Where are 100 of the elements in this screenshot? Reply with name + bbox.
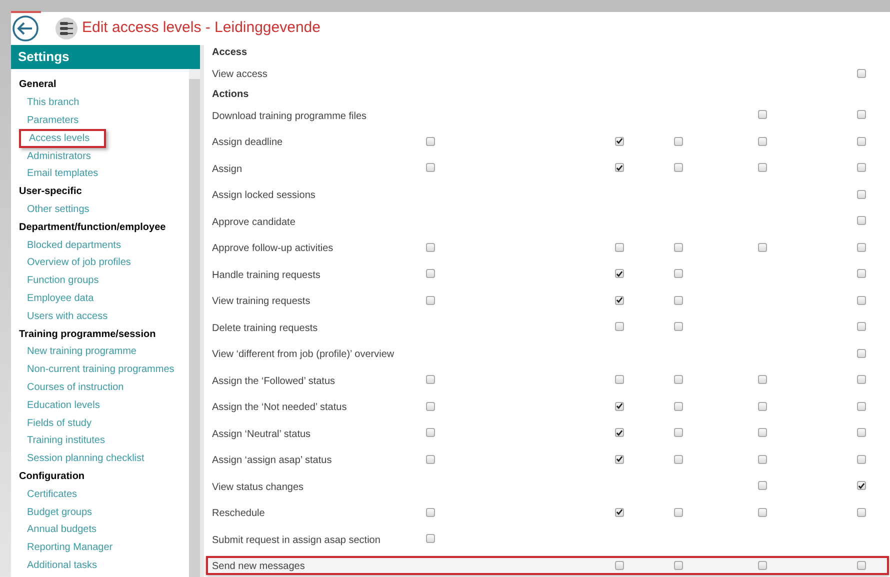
sidebar-link[interactable]: Additional tasks <box>21 558 98 573</box>
sidebar-link[interactable]: Access levels <box>19 128 106 148</box>
scrollbar[interactable] <box>189 69 200 577</box>
checkbox[interactable] <box>857 269 866 278</box>
checkbox[interactable] <box>857 402 866 411</box>
checkbox[interactable] <box>758 163 767 172</box>
checkbox[interactable] <box>674 560 683 570</box>
checkbox[interactable] <box>426 375 435 384</box>
checkbox[interactable] <box>615 296 624 305</box>
permission-label: Assign ‘assign asap’ status <box>212 455 332 466</box>
checkbox[interactable] <box>426 534 435 544</box>
sidebar-link[interactable]: Session planning checklist <box>21 451 144 466</box>
sidebar-link[interactable]: This branch <box>21 95 80 110</box>
checkbox[interactable] <box>758 242 767 252</box>
checkbox[interactable] <box>857 508 866 517</box>
checkbox[interactable] <box>615 375 624 384</box>
checkbox[interactable] <box>674 322 683 332</box>
checkbox[interactable] <box>615 560 624 570</box>
checkbox[interactable] <box>857 110 866 120</box>
sidebar-link[interactable]: Courses of instruction <box>21 380 124 395</box>
sidebar-link[interactable]: Function groups <box>21 273 99 288</box>
plugs-icon <box>55 17 78 40</box>
checkbox[interactable] <box>857 163 866 172</box>
checkbox[interactable] <box>674 269 683 278</box>
checkbox[interactable] <box>674 375 683 384</box>
permission-label: Submit request in assign asap section <box>212 534 380 546</box>
checkbox[interactable] <box>615 402 624 411</box>
checkbox[interactable] <box>674 428 683 438</box>
checkbox[interactable] <box>758 375 767 384</box>
checkbox[interactable] <box>857 242 866 252</box>
sidebar-link[interactable]: Training institutes <box>21 433 105 448</box>
sidebar-link[interactable]: Fields of study <box>21 416 92 431</box>
checkbox[interactable] <box>857 136 866 146</box>
checkbox[interactable] <box>857 428 866 438</box>
sidebar-link[interactable]: Budget groups <box>21 504 92 520</box>
checkbox[interactable] <box>857 296 866 305</box>
sidebar-link[interactable]: Reporting Manager <box>21 540 113 556</box>
checkbox[interactable] <box>426 454 435 464</box>
sidebar-link[interactable]: Administrators <box>21 148 91 164</box>
checkbox[interactable] <box>758 508 767 517</box>
checkbox[interactable] <box>674 242 683 252</box>
checkbox[interactable] <box>615 269 624 278</box>
checkbox[interactable] <box>615 163 624 172</box>
sidebar-section-heading: Training programme/session <box>19 328 156 342</box>
checkbox[interactable] <box>426 296 435 305</box>
checkbox[interactable] <box>426 136 435 146</box>
sidebar-link[interactable]: Other settings <box>21 202 90 217</box>
checkbox[interactable] <box>857 190 866 199</box>
checkbox[interactable] <box>674 454 683 464</box>
sidebar-section-heading: Department/function/employee <box>19 220 166 235</box>
checkbox[interactable] <box>857 348 866 358</box>
checkbox[interactable] <box>857 375 866 384</box>
checkbox[interactable] <box>674 296 683 305</box>
sidebar-link[interactable]: Blocked departments <box>21 238 121 253</box>
sidebar-link[interactable]: Email templates <box>21 166 98 182</box>
checkbox[interactable] <box>857 68 866 78</box>
checkbox[interactable] <box>857 454 866 464</box>
checkbox[interactable] <box>758 136 767 146</box>
checkbox[interactable] <box>758 110 767 120</box>
sidebar-link[interactable]: Education levels <box>21 398 100 413</box>
checkbox[interactable] <box>426 242 435 252</box>
checkbox[interactable] <box>758 481 767 490</box>
sidebar-link[interactable]: Parameters <box>21 112 79 128</box>
checkbox[interactable] <box>674 508 683 517</box>
checkbox[interactable] <box>758 402 767 411</box>
checkbox[interactable] <box>857 216 866 226</box>
checkbox[interactable] <box>426 269 435 278</box>
permission-label: Download training programme files <box>212 110 367 122</box>
sidebar-link[interactable]: Employee data <box>21 290 94 306</box>
sidebar-link[interactable]: Users with access <box>21 308 108 324</box>
checkbox[interactable] <box>615 322 624 332</box>
checkbox[interactable] <box>615 428 624 438</box>
checkbox[interactable] <box>857 322 866 332</box>
sidebar-link[interactable]: New training programme <box>21 344 136 360</box>
checkbox[interactable] <box>426 508 435 517</box>
sidebar-link[interactable]: Overview of job profiles <box>21 255 131 270</box>
checkbox[interactable] <box>857 560 866 570</box>
sidebar-link[interactable]: Certificates <box>21 486 78 502</box>
checkbox[interactable] <box>758 454 767 464</box>
checkbox[interactable] <box>426 428 435 438</box>
checkbox[interactable] <box>674 163 683 172</box>
checkbox[interactable] <box>615 454 624 464</box>
sidebar-header: Settings <box>11 45 200 69</box>
sidebar-section-heading: General <box>19 78 56 92</box>
checkbox[interactable] <box>426 402 435 411</box>
section-heading: Access <box>212 46 248 60</box>
checkbox[interactable] <box>758 428 767 438</box>
checkbox[interactable] <box>758 560 767 570</box>
checkbox[interactable] <box>857 481 866 490</box>
checkbox[interactable] <box>426 163 435 172</box>
permission-label: Approve follow-up activities <box>212 243 334 254</box>
checkbox[interactable] <box>674 136 683 146</box>
sidebar-link[interactable]: Annual budgets <box>21 522 97 538</box>
checkbox[interactable] <box>674 402 683 411</box>
checkbox[interactable] <box>615 508 624 517</box>
permission-label: View access <box>212 69 268 80</box>
permission-label: Assign locked sessions <box>212 190 316 202</box>
sidebar-link[interactable]: Non-current training programmes <box>21 362 174 378</box>
checkbox[interactable] <box>615 242 624 252</box>
checkbox[interactable] <box>615 136 624 146</box>
